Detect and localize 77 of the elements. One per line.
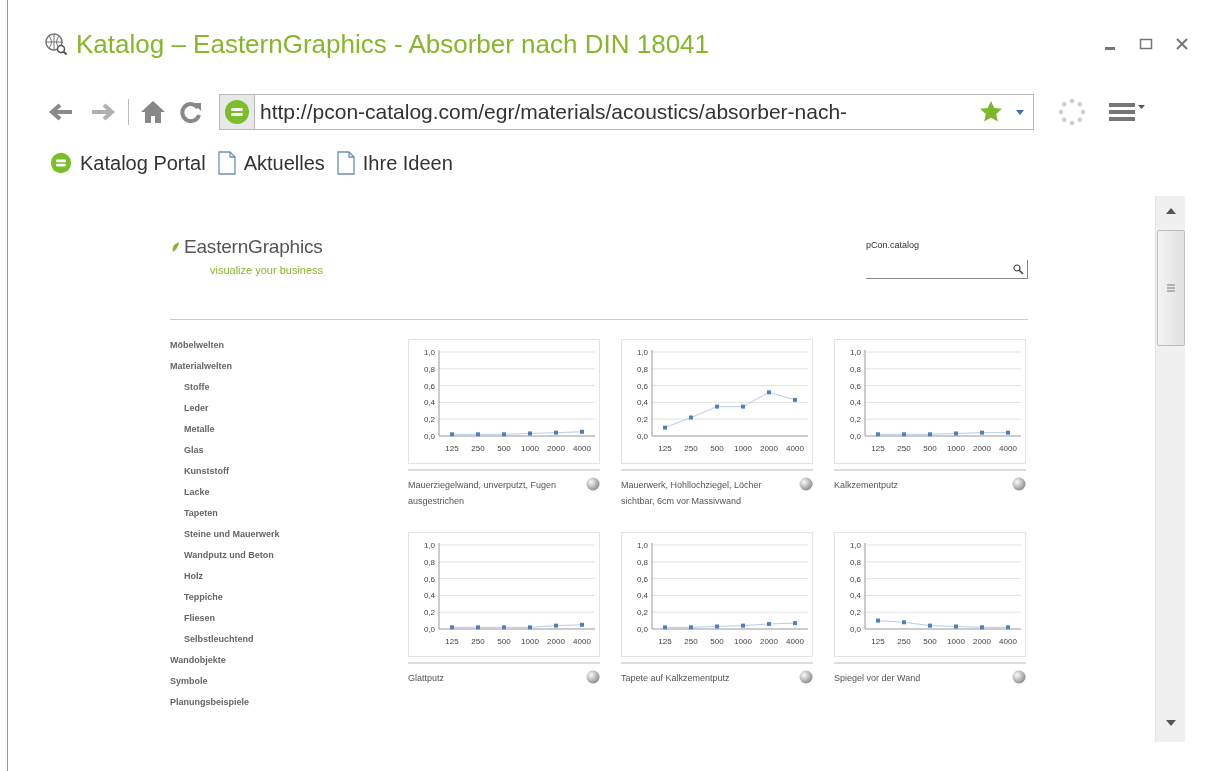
axis-tick-label: 0,0 <box>423 625 435 634</box>
axis-tick-label: 0,2 <box>849 608 861 618</box>
window-title: Katalog – EasternGraphics - Absorber nach DIN 18041 <box>76 28 711 60</box>
axis-tick-label: 0,4 <box>849 398 861 408</box>
axis-tick-label: 4000 <box>786 637 804 646</box>
axis-tick-label: 0,6 <box>636 381 648 391</box>
axis-tick-label: 2000 <box>760 637 778 646</box>
axis-tick-label: 0,8 <box>423 364 435 374</box>
axis-tick-label: 0,8 <box>849 557 861 567</box>
axis-tick-label: 1000 <box>734 444 752 453</box>
axis-tick-label: 1,0 <box>849 348 861 357</box>
axis-tick-label: 1,0 <box>849 541 861 550</box>
axis-tick-label: 0,4 <box>423 398 435 408</box>
axis-tick-label: 500 <box>497 637 511 646</box>
axis-tick-label: 500 <box>923 637 937 646</box>
axis-tick-label: 0,2 <box>423 415 435 425</box>
axis-tick-label: 0,4 <box>636 591 648 601</box>
axis-tick-label: 125 <box>871 637 885 646</box>
axis-tick-label: 1,0 <box>423 541 435 550</box>
axis-tick-label: 250 <box>684 444 698 453</box>
axis-tick-label: 1000 <box>521 637 539 646</box>
axis-tick-label: 2000 <box>760 444 778 453</box>
axis-tick-label: 0,2 <box>849 415 861 425</box>
axis-tick-label: 0,0 <box>636 625 648 634</box>
axis-tick-label: 0,4 <box>423 591 435 601</box>
axis-tick-label: 2000 <box>547 444 565 453</box>
axis-tick-label: 0,4 <box>636 398 648 408</box>
axis-tick-label: 4000 <box>573 637 591 646</box>
axis-tick-label: 0,6 <box>849 574 861 584</box>
axis-tick-label: 250 <box>471 637 485 646</box>
axis-tick-label: 4000 <box>573 444 591 453</box>
axis-tick-label: 0,8 <box>636 557 648 567</box>
axis-tick-label: 125 <box>658 637 672 646</box>
axis-tick-label: 1,0 <box>423 348 435 357</box>
axis-tick-label: 0,6 <box>636 574 648 584</box>
axis-tick-label: 0,6 <box>849 381 861 391</box>
url-text: http://pcon-catalog.com/egr/materials/acoustics/absorber-nach- <box>259 100 849 124</box>
search-label: pCon.catalog <box>866 240 921 250</box>
axis-tick-label: 0,0 <box>636 432 648 441</box>
axis-tick-label: 250 <box>897 637 911 646</box>
axis-tick-label: 0,8 <box>849 364 861 374</box>
axis-tick-label: 125 <box>445 444 459 453</box>
axis-tick-label: 1000 <box>947 637 965 646</box>
axis-tick-label: 0,0 <box>849 625 861 634</box>
axis-tick-label: 0,6 <box>423 381 435 391</box>
axis-tick-label: 1000 <box>734 637 752 646</box>
axis-tick-label: 2000 <box>547 637 565 646</box>
axis-tick-label: 125 <box>445 637 459 646</box>
axis-tick-label: 250 <box>684 637 698 646</box>
axis-tick-label: 0,0 <box>423 432 435 441</box>
axis-tick-label: 2000 <box>973 637 991 646</box>
axis-tick-label: 1,0 <box>636 541 648 550</box>
axis-tick-label: 2000 <box>973 444 991 453</box>
axis-tick-label: 4000 <box>999 637 1017 646</box>
axis-tick-label: 0,0 <box>849 432 861 441</box>
axis-tick-label: 4000 <box>999 444 1017 453</box>
axis-tick-label: 250 <box>471 444 485 453</box>
axis-tick-label: 250 <box>897 444 911 453</box>
logo-text: EasternGraphics <box>184 236 323 258</box>
axis-tick-label: 500 <box>923 444 937 453</box>
axis-tick-label: 500 <box>497 444 511 453</box>
axis-tick-label: 0,2 <box>423 608 435 618</box>
axis-tick-label: 500 <box>710 637 724 646</box>
axis-tick-label: 0,8 <box>423 557 435 567</box>
axis-tick-label: 0,4 <box>849 591 861 601</box>
axis-tick-label: 0,2 <box>636 415 648 425</box>
logo-tagline: visualize your business <box>210 264 324 276</box>
axis-tick-label: 0,8 <box>636 364 648 374</box>
axis-tick-label: 125 <box>658 444 672 453</box>
axis-tick-label: 4000 <box>786 444 804 453</box>
axis-tick-label: 1,0 <box>636 348 648 357</box>
axis-tick-label: 125 <box>871 444 885 453</box>
axis-tick-label: 1000 <box>947 444 965 453</box>
axis-tick-label: 0,2 <box>636 608 648 618</box>
axis-tick-label: 0,6 <box>423 574 435 584</box>
axis-tick-label: 500 <box>710 444 724 453</box>
axis-tick-label: 1000 <box>521 444 539 453</box>
